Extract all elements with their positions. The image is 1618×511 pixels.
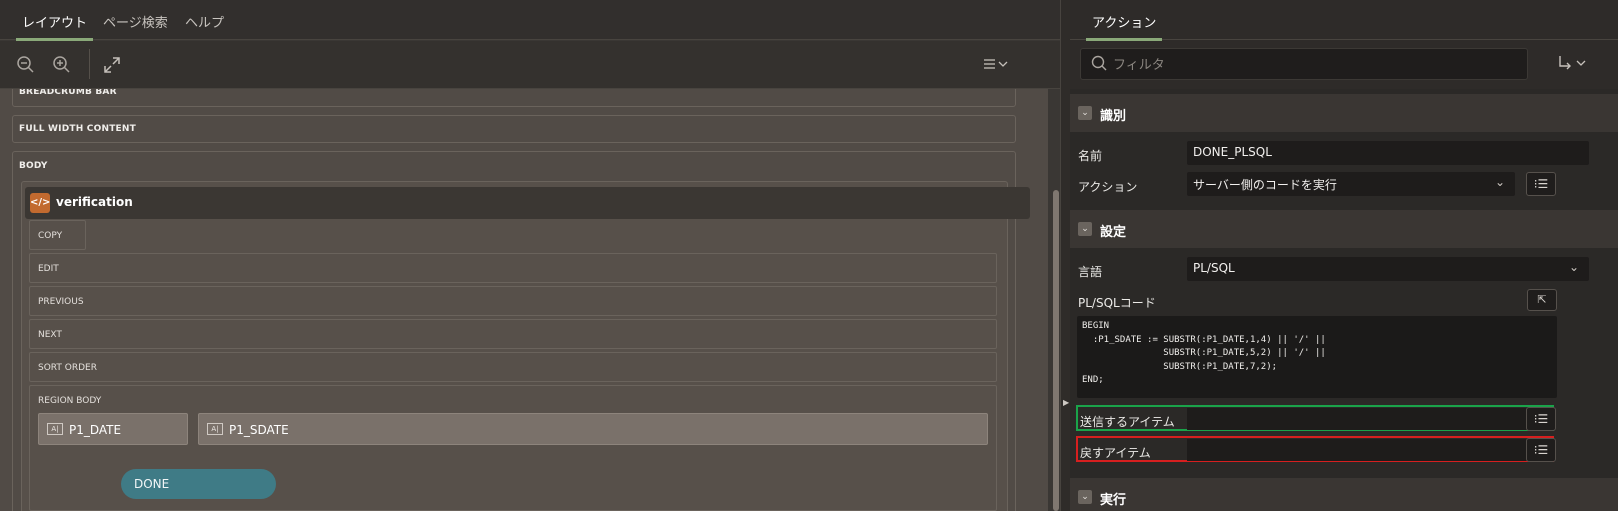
zoom-in-icon[interactable] [52, 55, 72, 75]
property-tabs: アクション [1070, 0, 1618, 41]
done-button[interactable]: DONE [121, 469, 276, 499]
text-field-icon: A| [207, 423, 223, 435]
chevron-down-icon[interactable]: ⌄ [1078, 222, 1092, 236]
action-list-button[interactable]: ⁝☰ [1526, 172, 1556, 196]
zoom-out-icon[interactable] [16, 55, 36, 75]
section-settings-title: 設定 [1100, 225, 1127, 240]
items-to-return-highlight: 戻すアイテム [1076, 436, 1554, 462]
items-to-submit-list-button[interactable]: ⁝☰ [1526, 407, 1556, 431]
action-label: アクション [1078, 180, 1138, 194]
layout-toolbar [0, 41, 1060, 89]
item-p1-sdate-label: P1_SDATE [229, 423, 289, 437]
slot-region-body-label: REGION BODY [38, 396, 102, 406]
body-label: BODY [19, 161, 48, 171]
slot-previous-label: PREVIOUS [38, 297, 84, 307]
menu-icon[interactable] [982, 55, 1012, 75]
slot-edit-label: EDIT [38, 264, 59, 274]
text-field-icon: A| [47, 423, 63, 435]
search-icon [1091, 55, 1107, 77]
item-p1-date-label: P1_DATE [69, 423, 122, 437]
name-value: DONE_PLSQL [1193, 145, 1272, 159]
language-select[interactable]: PL/SQL ⌄ [1187, 257, 1589, 281]
go-to-group-icon[interactable] [1558, 54, 1588, 76]
items-to-return-label: 戻すアイテム [1080, 446, 1151, 460]
language-label: 言語 [1078, 265, 1103, 279]
items-to-submit-field[interactable] [1187, 408, 1553, 430]
tab-page-search[interactable]: ページ検索 [103, 12, 168, 31]
items-to-return-list-button[interactable]: ⁝☰ [1526, 438, 1556, 462]
language-value: PL/SQL [1193, 261, 1235, 275]
action-select[interactable]: サーバー側のコードを実行 ⌄ [1187, 172, 1515, 196]
full-width-content-label: FULL WIDTH CONTENT [19, 124, 136, 134]
layout-scrollbar[interactable] [1053, 190, 1059, 511]
expand-icon[interactable] [102, 55, 122, 75]
chevron-down-icon: ⌄ [1568, 260, 1579, 274]
done-button-label: DONE [134, 477, 170, 491]
slot-next[interactable]: NEXT [29, 319, 997, 349]
section-settings[interactable]: ⌄ 設定 [1070, 210, 1618, 248]
collapse-arrow-icon[interactable]: ▶ [1063, 398, 1069, 407]
items-to-return-field[interactable] [1187, 439, 1553, 461]
layout-tabs: レイアウト ページ検索 ヘルプ [0, 0, 1060, 41]
slot-sort-order[interactable]: SORT ORDER [29, 352, 997, 382]
breadcrumb-bar-slot[interactable] [12, 89, 1016, 107]
item-p1-sdate[interactable]: A| P1_SDATE [198, 413, 988, 445]
code-region-icon: </> [30, 193, 50, 213]
page-designer: レイアウト ページ検索 ヘルプ BREADCRUMB BAR FULL WIDT [0, 0, 1618, 511]
breadcrumb-bar-label: BREADCRUMB BAR [19, 89, 117, 97]
name-label: 名前 [1078, 149, 1103, 163]
filter-input[interactable] [1113, 55, 1513, 75]
chevron-down-icon: ⌄ [1494, 175, 1505, 189]
plsql-code-label: PL/SQLコード [1078, 296, 1156, 310]
code-editor-expand-icon[interactable]: ⇱ [1527, 289, 1557, 311]
tab-action[interactable]: アクション [1085, 12, 1163, 41]
panel-splitter[interactable]: ▶ [1060, 0, 1070, 511]
layout-canvas: BREADCRUMB BAR FULL WIDTH CONTENT BODY <… [0, 89, 1048, 511]
section-execution-title: 実行 [1100, 493, 1127, 508]
section-execution[interactable]: ⌄ 実行 [1070, 478, 1618, 511]
items-to-submit-label: 送信するアイテム [1080, 415, 1175, 429]
plsql-code-editor[interactable]: BEGIN :P1_SDATE := SUBSTR(:P1_DATE,1,4) … [1077, 316, 1557, 398]
action-value: サーバー側のコードを実行 [1193, 178, 1337, 192]
filter-box[interactable] [1080, 48, 1528, 80]
region-header[interactable]: </> verification [25, 187, 1030, 219]
section-identification[interactable]: ⌄ 識別 [1070, 94, 1618, 132]
slot-copy-label: COPY [38, 231, 63, 241]
layout-panel: レイアウト ページ検索 ヘルプ BREADCRUMB BAR FULL WIDT [0, 0, 1060, 511]
full-width-content-slot[interactable] [12, 115, 1016, 143]
chevron-down-icon[interactable]: ⌄ [1078, 490, 1092, 504]
toolbar-divider [89, 49, 90, 79]
slot-previous[interactable]: PREVIOUS [29, 286, 997, 316]
chevron-down-icon[interactable]: ⌄ [1078, 106, 1092, 120]
property-editor: アクション ⌄ 識別 名前 DONE_PLSQL アクション サーバー側のコード… [1070, 0, 1618, 511]
item-p1-date[interactable]: A| P1_DATE [38, 413, 188, 445]
tab-help[interactable]: ヘルプ [185, 12, 224, 31]
section-identification-title: 識別 [1100, 109, 1127, 124]
slot-next-label: NEXT [38, 330, 62, 340]
region-title: verification [56, 195, 133, 209]
name-field[interactable]: DONE_PLSQL [1187, 141, 1589, 165]
slot-edit[interactable]: EDIT [29, 253, 997, 283]
slot-copy[interactable]: COPY [29, 220, 86, 250]
slot-sort-order-label: SORT ORDER [38, 363, 97, 373]
tab-layout[interactable]: レイアウト [15, 12, 94, 41]
items-to-submit-highlight: 送信するアイテム [1076, 405, 1554, 431]
